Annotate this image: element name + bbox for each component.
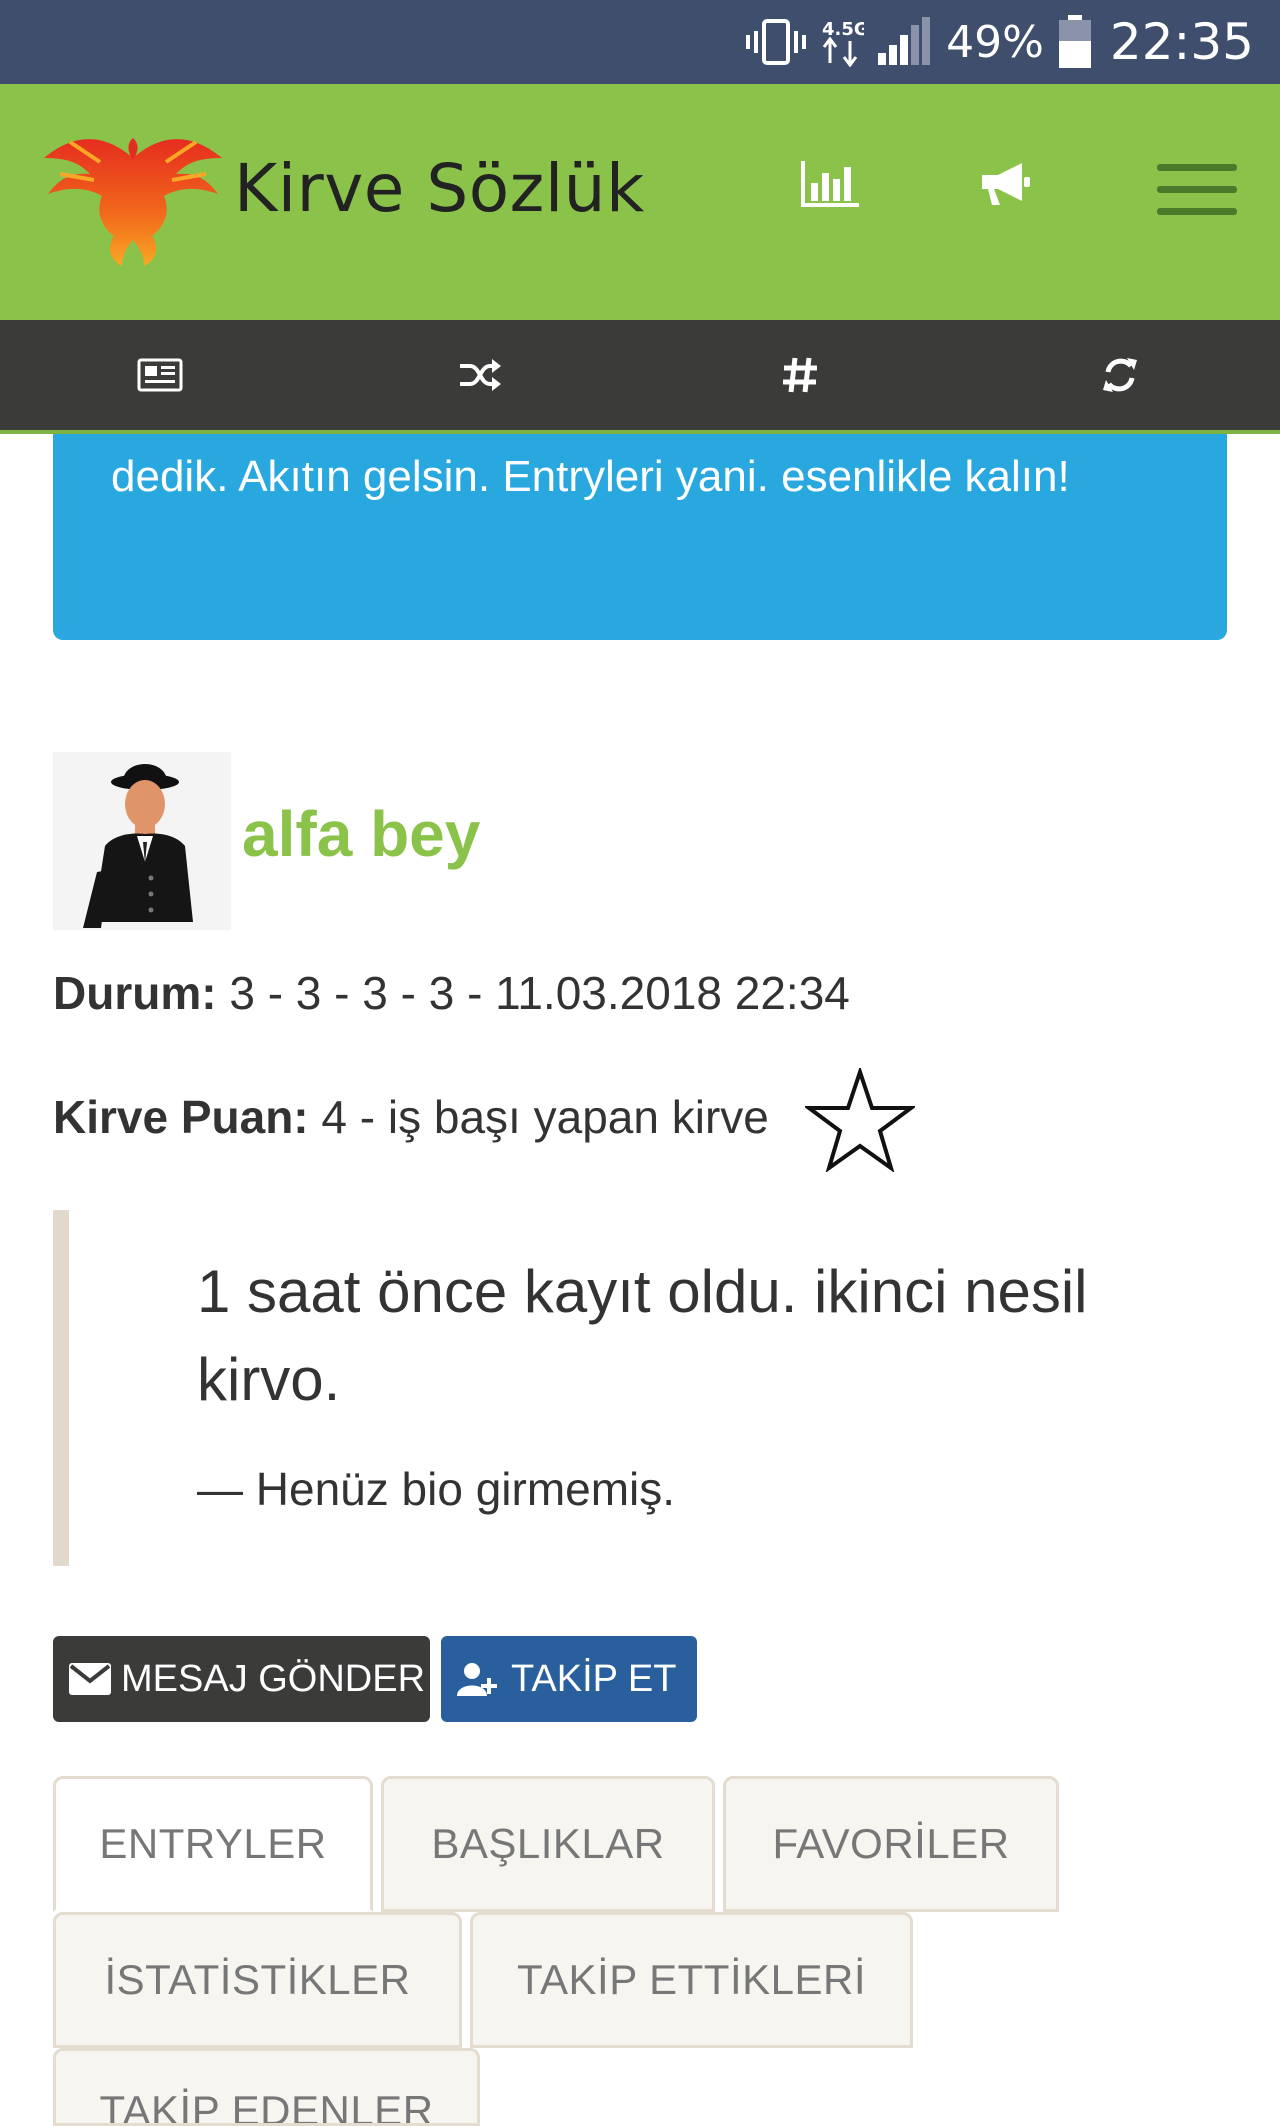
username[interactable]: alfa bey <box>242 797 480 871</box>
score-label: Kirve Puan: <box>53 1091 309 1143</box>
brand-name[interactable]: Kirve Sözlük <box>234 150 645 227</box>
tab-entries[interactable]: ENTRYLER <box>53 1776 373 1912</box>
newspaper-icon <box>137 358 183 392</box>
toolbar <box>0 320 1280 434</box>
bio-blockquote: 1 saat önce kayıt oldu. ikinci nesil kir… <box>53 1210 1227 1566</box>
battery-percent: 49% <box>946 16 1044 68</box>
stats-chart-icon[interactable] <box>780 134 880 234</box>
phoenix-logo-icon[interactable] <box>40 118 226 268</box>
star-icon <box>802 1065 918 1173</box>
info-alert: dedik. Akıtın gelsin. Entryleri yani. es… <box>53 434 1227 640</box>
send-message-label: MESAJ GÖNDER <box>121 1657 426 1700</box>
hashtag-icon <box>783 357 817 393</box>
status-value: 3 - 3 - 3 - 3 - 11.03.2018 22:34 <box>229 967 850 1019</box>
score-line: Kirve Puan: 4 - iş başı yapan kirve <box>53 1090 769 1144</box>
shuffle-icon <box>460 359 501 391</box>
battery-icon <box>1058 15 1092 69</box>
toolbar-hashtag-button[interactable] <box>640 320 960 430</box>
tab-favorites[interactable]: FAVORİLER <box>723 1776 1059 1912</box>
network-type-icon: 4.5G <box>820 17 864 67</box>
hamburger-menu-icon[interactable] <box>1156 160 1238 220</box>
signal-icon <box>878 17 932 67</box>
score-value: 4 - iş başı yapan kirve <box>321 1091 769 1143</box>
status-line: Durum: 3 - 3 - 3 - 3 - 11.03.2018 22:34 <box>53 966 850 1020</box>
svg-text:4.5G: 4.5G <box>822 19 864 40</box>
tab-titles[interactable]: BAŞLIKLAR <box>381 1776 715 1912</box>
envelope-icon <box>69 1663 111 1695</box>
tab-following[interactable]: TAKİP ETTİKLERİ <box>470 1912 913 2048</box>
toolbar-news-button[interactable] <box>0 320 320 430</box>
user-plus-icon <box>457 1663 497 1696</box>
refresh-icon <box>1103 358 1137 392</box>
vibrate-icon <box>746 17 807 67</box>
status-label: Durum: <box>53 967 217 1019</box>
bio-text: 1 saat önce kayıt oldu. ikinci nesil kir… <box>197 1258 1088 1413</box>
toolbar-random-button[interactable] <box>320 320 640 430</box>
megaphone-icon[interactable] <box>955 134 1055 234</box>
bio-footer: — Henüz bio girmemiş. <box>197 1463 676 1515</box>
avatar <box>53 752 231 930</box>
clock: 22:35 <box>1109 13 1254 71</box>
follow-label: TAKİP ET <box>511 1657 677 1700</box>
send-message-button[interactable]: MESAJ GÖNDER <box>53 1636 430 1722</box>
tab-followers[interactable]: TAKİP EDENLER <box>53 2048 480 2126</box>
tab-statistics[interactable]: İSTATİSTİKLER <box>53 1912 462 2048</box>
follow-button[interactable]: TAKİP ET <box>441 1636 697 1722</box>
site-header: Kirve Sözlük <box>0 84 1280 320</box>
toolbar-refresh-button[interactable] <box>960 320 1280 430</box>
status-bar: 4.5G 49% 22:35 <box>0 0 1280 84</box>
